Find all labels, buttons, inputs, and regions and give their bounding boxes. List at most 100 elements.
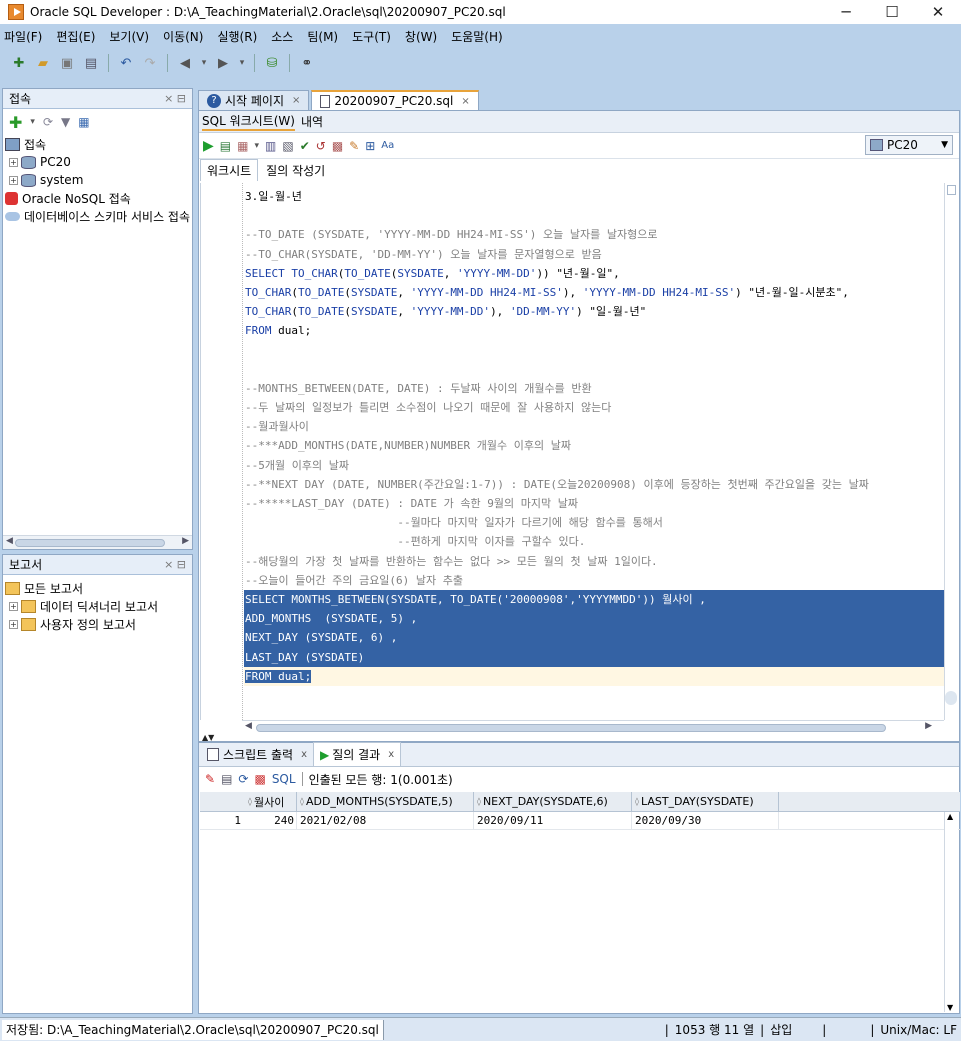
back-dropdown-icon[interactable]: ▾ — [200, 54, 208, 72]
menu-view[interactable]: 보기(V) — [109, 28, 149, 45]
code-line[interactable]: --**NEXT DAY (DATE, NUMBER(주간요일:1-7)) : … — [244, 475, 944, 494]
schema-browser-icon[interactable]: ▦ — [78, 115, 89, 129]
rollback-icon[interactable]: ↺ — [316, 139, 326, 153]
menu-help[interactable]: 도움말(H) — [451, 28, 503, 45]
menu-source[interactable]: 소스 — [271, 28, 293, 45]
panel-controls[interactable]: × ⊟ — [164, 92, 186, 105]
run-statement-icon[interactable]: ▶ — [203, 138, 214, 154]
code-editor[interactable]: 3.일-월-년 --TO_DATE (SYSDATE, 'YYYY-MM-DD H… — [200, 183, 944, 720]
code-line[interactable]: --*****LAST_DAY (DATE) : DATE 가 속한 9월의 마… — [244, 494, 944, 513]
expand-icon[interactable]: + — [9, 601, 18, 611]
tab-query-result[interactable]: ▶ 질의 결과 x — [312, 742, 402, 766]
table-cell[interactable]: 240 — [245, 812, 297, 829]
scroll-position-marker[interactable] — [945, 691, 957, 705]
code-line[interactable]: FROM dual; — [244, 321, 944, 340]
back-icon[interactable]: ◀ — [176, 54, 194, 72]
save-icon[interactable]: ▣ — [58, 54, 76, 72]
dropdown-icon[interactable]: ▾ — [254, 141, 259, 151]
table-cell[interactable]: 2021/02/08 — [297, 812, 474, 829]
code-line[interactable]: --월과월사이 — [244, 417, 944, 436]
tree-node-all-reports[interactable]: 모든 보고서 — [5, 579, 192, 597]
sql-tuning-icon[interactable]: ▧ — [282, 139, 293, 153]
tab-script-output[interactable]: 스크립트 출력 x — [201, 743, 313, 766]
tree-node-user-defined-reports[interactable]: + 사용자 정의 보고서 — [5, 615, 192, 633]
scroll-thumb[interactable] — [15, 539, 165, 547]
table-cell[interactable]: 2020/09/11 — [474, 812, 632, 829]
code-line[interactable] — [244, 360, 944, 379]
case-icon[interactable]: Aa — [381, 140, 394, 151]
close-button[interactable]: ✕ — [915, 0, 961, 24]
undo-icon[interactable]: ↶ — [117, 54, 135, 72]
code-line[interactable]: --5개월 이후의 날짜 — [244, 456, 944, 475]
expand-icon[interactable]: + — [9, 619, 18, 629]
scroll-left-icon[interactable]: ◀ — [245, 721, 252, 731]
result-vscrollbar[interactable]: ▲ ▼ — [944, 812, 958, 1012]
scroll-thumb[interactable] — [256, 724, 886, 732]
tab-sql-file[interactable]: 20200907_PC20.sql × — [311, 90, 479, 110]
run-script-icon[interactable]: ▤ — [220, 139, 231, 153]
autotrace-icon[interactable]: ▦ — [237, 139, 248, 153]
code-line[interactable]: --오늘이 들어간 주의 금요일(6) 날자 추출 — [244, 571, 944, 590]
tree-node-cloud[interactable]: 데이터베이스 스키마 서비스 접속 — [5, 207, 192, 225]
menu-team[interactable]: 팀(M) — [307, 28, 338, 45]
maximize-button[interactable]: ☐ — [869, 0, 915, 24]
explain-plan-icon[interactable]: ▥ — [265, 139, 276, 153]
code-line[interactable] — [244, 206, 944, 225]
code-line[interactable]: TO_CHAR(TO_DATE(SYSDATE, 'YYYY-MM-DD HH2… — [244, 283, 944, 302]
open-folder-icon[interactable]: ▰ — [34, 54, 52, 72]
table-row[interactable]: 1 240 2021/02/08 2020/09/11 2020/09/30 — [200, 812, 960, 830]
code-line[interactable]: SELECT TO_CHAR(TO_DATE(SYSDATE, 'YYYY-MM… — [244, 264, 944, 283]
refresh-icon[interactable]: ⟳ — [238, 772, 248, 786]
tree-node-data-dictionary-reports[interactable]: + 데이터 딕셔너리 보고서 — [5, 597, 192, 615]
panel-controls[interactable]: × ⊟ — [164, 558, 186, 571]
code-line[interactable]: --TO_DATE (SYSDATE, 'YYYY-MM-DD HH24-MI-… — [244, 225, 944, 244]
column-header[interactable]: ◊ LAST_DAY(SYSDATE) — [632, 792, 779, 811]
editor-vscrollbar[interactable] — [944, 183, 958, 720]
code-line[interactable]: NEXT_DAY (SYSDATE, 6) , — [244, 628, 944, 648]
tree-node-connections[interactable]: 접속 — [5, 135, 192, 153]
tree-node-system[interactable]: + system — [5, 171, 192, 189]
tree-node-pc20[interactable]: + PC20 — [5, 153, 192, 171]
selected-text[interactable]: FROM dual; — [245, 669, 312, 683]
tree-node-nosql[interactable]: Oracle NoSQL 접속 — [5, 189, 192, 207]
code-line[interactable]: --TO_CHAR(SYSDATE, 'DD-MM-YY') 오늘 날자를 문자… — [244, 245, 944, 264]
redo-icon[interactable]: ↷ — [141, 54, 159, 72]
column-header[interactable]: ◊ ADD_MONTHS(SYSDATE,5) — [297, 792, 474, 811]
scroll-down-icon[interactable]: ▼ — [947, 1003, 953, 1012]
pin-icon[interactable]: ✎ — [205, 772, 215, 786]
code-line[interactable]: --해당월의 가장 첫 날짜를 반환하는 함수는 없다 >> 모든 월의 첫 날… — [244, 552, 944, 571]
code-line[interactable]: LAST_DAY (SYSDATE) — [244, 647, 944, 667]
code-line[interactable]: ADD_MONTHS (SYSDATE, 5) , — [244, 609, 944, 629]
code-line[interactable]: 3.일-월-년 — [244, 187, 944, 206]
menu-edit[interactable]: 편집(E) — [56, 28, 95, 45]
tab-start-page[interactable]: ? 시작 페이지 × — [198, 90, 310, 110]
expand-icon[interactable]: + — [9, 157, 18, 167]
save-all-icon[interactable]: ▤ — [82, 54, 100, 72]
tab-query-builder[interactable]: 질의 작성기 — [258, 160, 333, 181]
commit-icon[interactable]: ✔ — [300, 139, 310, 153]
connections-hscrollbar[interactable]: ◀ ▶ — [3, 535, 192, 549]
scroll-left-icon[interactable]: ◀ — [6, 536, 13, 546]
menu-window[interactable]: 창(W) — [405, 28, 437, 45]
code-line[interactable]: SELECT MONTHS_BETWEEN(SYSDATE, TO_DATE('… — [244, 589, 944, 610]
tab-worksheet[interactable]: 워크시트 — [200, 159, 259, 181]
code-line[interactable]: TO_CHAR(TO_DATE(SYSDATE, 'YYYY-MM-DD'), … — [244, 302, 944, 321]
format-icon[interactable]: ⊞ — [365, 139, 375, 153]
code-line[interactable] — [244, 341, 944, 360]
sql-worksheet-icon[interactable]: ⛁ — [263, 54, 281, 72]
connection-select[interactable]: PC20 ▼ — [865, 135, 953, 155]
scroll-right-icon[interactable]: ▶ — [925, 721, 932, 731]
sql-history-icon[interactable]: ▩ — [332, 139, 343, 153]
menu-navigate[interactable]: 이동(N) — [163, 28, 203, 45]
binoculars-icon[interactable]: ⚭ — [298, 54, 316, 72]
print-icon[interactable]: ▤ — [221, 772, 232, 786]
scroll-right-icon[interactable]: ▶ — [182, 536, 189, 546]
subtab-sql-worksheet[interactable]: SQL 워크시트(W) — [202, 112, 295, 131]
expand-icon[interactable]: + — [9, 175, 18, 185]
filter-icon[interactable]: ▼ — [61, 115, 70, 129]
clear-icon[interactable]: ✎ — [349, 139, 359, 153]
editor-hscrollbar[interactable]: ◀ ▶ — [242, 720, 944, 734]
subtab-history[interactable]: 내역 — [301, 113, 323, 130]
minimize-button[interactable]: ─ — [823, 0, 869, 24]
code-line[interactable]: --MONTHS_BETWEEN(DATE, DATE) : 두날짜 사이의 개… — [244, 379, 944, 398]
